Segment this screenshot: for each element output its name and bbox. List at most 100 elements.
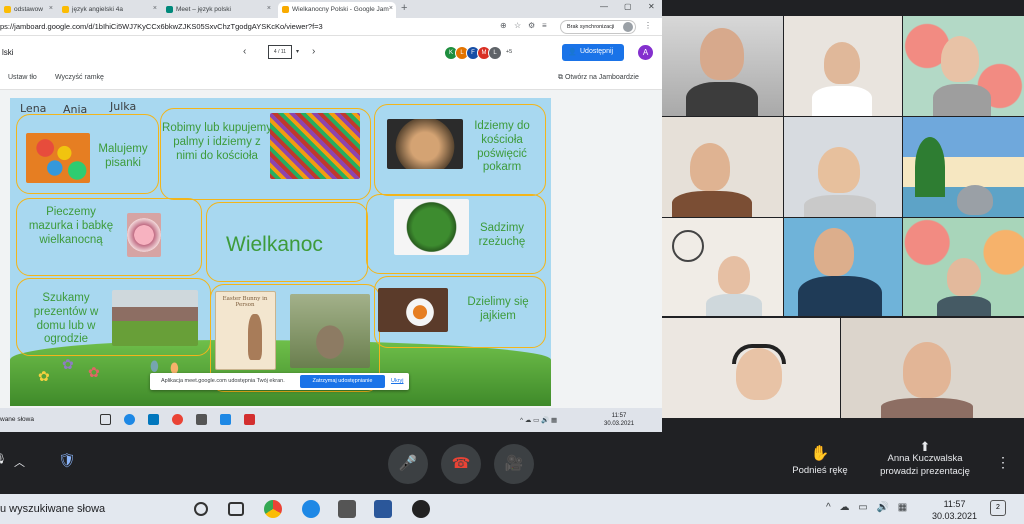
cake-image <box>127 213 161 257</box>
profile-avatar <box>623 22 633 32</box>
participant-body <box>937 296 991 316</box>
set-background-button[interactable]: Ustaw tło <box>8 74 37 81</box>
raise-hand-icon: ✋ <box>810 445 830 462</box>
participant-tile[interactable] <box>903 16 1024 116</box>
app-icon[interactable] <box>412 500 430 518</box>
store-icon[interactable] <box>338 500 356 518</box>
headphones-icon <box>732 344 786 364</box>
raise-hand-button[interactable]: ✋ Podnieś rękę <box>785 444 855 476</box>
presenter-info[interactable]: ⬆ Anna Kuczwalska prowadzi prezentację <box>865 440 985 479</box>
taskbar-clock[interactable]: 11:57 30.03.2021 <box>932 498 977 522</box>
task-view-icon[interactable] <box>228 502 244 516</box>
easter-card-image: Easter Bunny in Person <box>215 291 276 370</box>
clear-frame-button[interactable]: Wyczyść ramkę <box>55 74 104 81</box>
frame-counter[interactable]: 4 / 11 <box>268 45 299 59</box>
more-collaborators[interactable]: +5 <box>502 46 516 60</box>
participant-tile[interactable] <box>784 16 902 116</box>
more-options-icon[interactable]: ⋮ <box>996 454 1010 471</box>
mail-icon[interactable] <box>148 414 159 425</box>
word-icon[interactable] <box>374 500 392 518</box>
task-view-icon[interactable] <box>100 414 111 425</box>
participant-body <box>881 398 973 418</box>
participant-tile[interactable] <box>662 318 840 418</box>
l-app-icon[interactable] <box>220 414 231 425</box>
participant-face <box>957 185 993 215</box>
share-label: Udostępnij <box>580 48 614 55</box>
chrome-icon[interactable] <box>172 414 183 425</box>
end-call-button[interactable]: ☎ <box>441 444 481 484</box>
presenter-status: prowadzi prezentację <box>880 465 970 477</box>
stop-sharing-button[interactable]: Zatrzymaj udostępnianie <box>300 375 385 388</box>
close-icon[interactable]: × <box>267 5 271 12</box>
inner-taskbar: wane słowa ^ ☁ ▭ 🔊 ▦ 11:57 30.03.2021 <box>0 408 662 432</box>
participant-tile[interactable] <box>784 117 902 217</box>
maximize-button[interactable]: ▢ <box>624 2 632 11</box>
jamboard-favicon-icon <box>282 6 289 13</box>
edge-icon[interactable] <box>302 500 320 518</box>
next-frame-button[interactable]: › <box>312 46 315 57</box>
star-icon[interactable]: ☆ <box>514 21 521 30</box>
minimize-button[interactable]: — <box>600 2 608 11</box>
url-field[interactable]: ps://jamboard.google.com/d/1bIhiCi5WJ7Ky… <box>0 22 323 31</box>
participant-tile[interactable] <box>662 218 783 316</box>
reading-list-icon[interactable]: ≡ <box>542 21 547 30</box>
camera-icon: 🎥 <box>504 455 524 472</box>
address-bar: ps://jamboard.google.com/d/1bIhiCi5WJ7Ky… <box>0 18 662 36</box>
close-icon[interactable]: × <box>153 5 157 12</box>
participant-tile[interactable] <box>903 117 1024 217</box>
meet-control-bar: 🎙 ︿ 🛡 🎤 ☎ 🎥 ✋ Podnieś rękę ⬆ Anna Kuczwa… <box>0 432 1024 494</box>
tab-1[interactable]: język angielski 4a × <box>58 2 160 18</box>
box-text: Dzielimy się jajkiem <box>467 296 529 322</box>
collaborator-avatar[interactable]: L <box>488 46 502 60</box>
close-icon[interactable]: × <box>389 5 393 12</box>
edge-icon[interactable] <box>124 414 135 425</box>
wall-clock-icon <box>672 230 704 262</box>
microphone-button[interactable]: 🎤 <box>388 444 428 484</box>
box-text: Idziemy do kościoła poświęcić pokarm <box>474 120 530 174</box>
hide-notice-link[interactable]: Ukryj <box>391 378 404 384</box>
box-text: Pieczemy mazurka i babkę wielkanocną <box>28 206 114 246</box>
jam-title[interactable]: lski <box>2 48 14 57</box>
close-icon[interactable]: × <box>49 5 53 12</box>
store-icon[interactable] <box>196 414 207 425</box>
participant-face <box>947 258 981 296</box>
new-tab-button[interactable]: + <box>401 2 407 14</box>
meet-favicon-icon <box>166 6 173 13</box>
chrome-icon[interactable] <box>264 500 282 518</box>
participant-face <box>818 147 860 193</box>
cortana-icon[interactable] <box>194 502 208 516</box>
garden-image <box>112 290 198 346</box>
palm-tree-shape <box>915 137 945 197</box>
shield-app-icon[interactable] <box>244 414 255 425</box>
participant-tile[interactable] <box>662 16 783 116</box>
sync-button[interactable]: Brak synchronizacji <box>560 20 636 34</box>
chevron-up-icon[interactable]: ︿ <box>14 454 25 470</box>
menu-icon[interactable]: ⋮ <box>644 21 652 30</box>
share-button[interactable]: 👤 Udostępnij <box>562 44 624 61</box>
participant-tile[interactable] <box>903 218 1024 316</box>
taskbar-search[interactable]: u wyszukiwane słowa <box>0 503 105 515</box>
card-title: Easter Bunny in Person <box>222 296 268 308</box>
extension-icon[interactable]: ⚙ <box>528 21 535 30</box>
zoom-icon[interactable]: ⊕ <box>500 21 507 30</box>
participant-tile[interactable] <box>841 318 1024 418</box>
tab-0[interactable]: odstawow × <box>0 2 56 18</box>
open-in-label: Otwórz na Jamboardzie <box>564 74 639 81</box>
open-in-jamboard-button[interactable]: ⧉ Otwórz na Jamboardzie <box>558 74 639 82</box>
inner-search-box[interactable]: wane słowa <box>0 416 34 423</box>
raise-hand-label: Podnieś rękę <box>792 465 848 476</box>
prev-frame-button[interactable]: ‹ <box>243 46 246 57</box>
participant-tile[interactable] <box>784 218 902 316</box>
account-avatar[interactable]: A <box>638 45 653 60</box>
participant-body <box>812 86 872 116</box>
jam-frame[interactable]: ✿ ✿ ✿ ⬮ ⬮ Lena Ania Julka Malujemy pisan… <box>10 98 551 406</box>
close-window-button[interactable]: ✕ <box>648 2 655 11</box>
person-add-icon: 👤 <box>568 49 577 56</box>
participant-tile[interactable] <box>662 117 783 217</box>
tab-3[interactable]: Wielkanocny Polski - Google Jam × <box>278 2 396 18</box>
notification-center-button[interactable]: 2 <box>990 500 1006 516</box>
camera-button[interactable]: 🎥 <box>494 444 534 484</box>
shield-icon[interactable]: 🛡 <box>58 452 78 472</box>
tab-2[interactable]: Meet – język polski × <box>162 2 274 18</box>
participant-grid <box>662 0 1024 432</box>
